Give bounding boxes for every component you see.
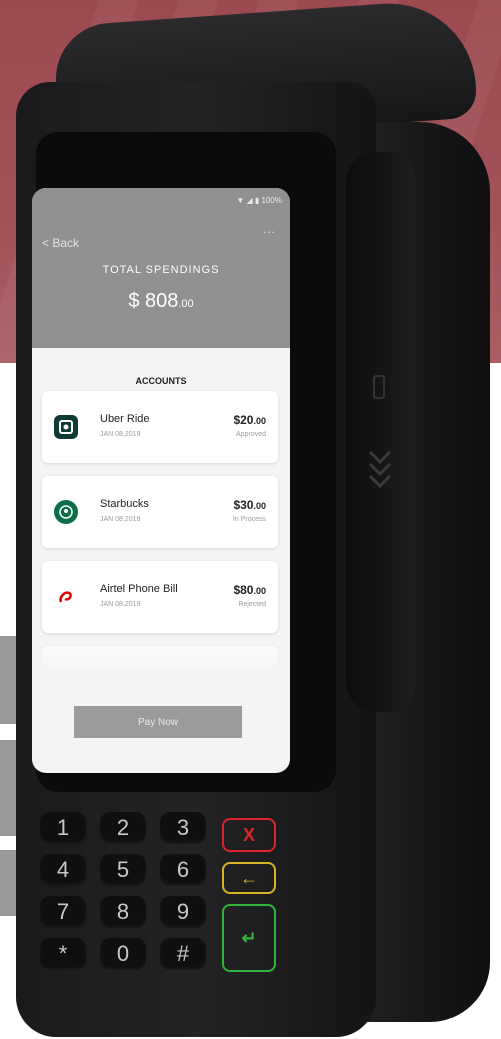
total-amount: $ 808 xyxy=(128,290,179,312)
amount-main: $80 xyxy=(233,583,254,597)
key-0[interactable]: 0 xyxy=(100,938,146,970)
uber-logo-icon xyxy=(54,415,78,439)
transaction-date: JAN 08,2019 xyxy=(100,516,141,523)
key-1[interactable]: 1 xyxy=(40,812,86,844)
transaction-status: In Process xyxy=(232,516,266,523)
transaction-amount: $20.00 xyxy=(233,413,266,427)
back-button[interactable]: < Back xyxy=(42,236,79,250)
transaction-card-starbucks[interactable]: Starbucks JAN 08,2019 $30.00 In Process xyxy=(42,476,278,548)
background-grey-block xyxy=(0,636,16,724)
battery-icon: ▮ xyxy=(254,196,260,205)
card-slot-grip xyxy=(346,152,416,712)
transaction-amount: $30.00 xyxy=(233,498,266,512)
transaction-name: Starbucks xyxy=(100,498,149,510)
key-4[interactable]: 4 xyxy=(40,854,86,886)
list-fade xyxy=(32,636,290,696)
transaction-date: JAN 08,2019 xyxy=(100,601,141,608)
total-spendings-value: $ 808.00 xyxy=(32,290,290,313)
key-2[interactable]: 2 xyxy=(100,812,146,844)
wifi-icon: ▼ xyxy=(236,196,245,205)
key-8[interactable]: 8 xyxy=(100,896,146,928)
chevron-left-icon: < xyxy=(42,236,50,250)
airtel-logo-icon xyxy=(54,585,78,609)
background-grey-block xyxy=(0,740,16,836)
arrow-left-icon: ← xyxy=(240,867,258,888)
key-5[interactable]: 5 xyxy=(100,854,146,886)
transaction-status: Rejected xyxy=(238,601,266,608)
amount-cents: .00 xyxy=(253,501,266,511)
transaction-name: Uber Ride xyxy=(100,413,150,425)
more-options-icon[interactable]: ... xyxy=(263,222,276,236)
cancel-icon: X xyxy=(242,824,255,845)
app-screen: ▼ ◢ ▮ 100% < Back ... TOTAL SPENDINGS $ … xyxy=(32,188,290,773)
transaction-amount: $80.00 xyxy=(233,583,266,597)
enter-icon: ↵ xyxy=(241,927,257,948)
transaction-name: Airtel Phone Bill xyxy=(100,583,178,595)
transaction-date: JAN 08,2019 xyxy=(100,431,141,438)
key-hash[interactable]: # xyxy=(160,938,206,970)
key-3[interactable]: 3 xyxy=(160,812,206,844)
backspace-key[interactable]: ← xyxy=(222,862,276,894)
transaction-card-uber[interactable]: Uber Ride JAN 08,2019 $20.00 Approved xyxy=(42,391,278,463)
amount-cents: .00 xyxy=(253,416,266,426)
total-spendings-label: TOTAL SPENDINGS xyxy=(102,264,220,276)
total-cents: .00 xyxy=(178,298,194,310)
key-7[interactable]: 7 xyxy=(40,896,86,928)
pay-now-button[interactable]: Pay Now xyxy=(74,706,242,738)
transaction-card-airtel[interactable]: Airtel Phone Bill JAN 08,2019 $80.00 Rej… xyxy=(42,561,278,633)
battery-level: 100% xyxy=(261,196,282,205)
key-star[interactable]: * xyxy=(40,938,86,970)
status-bar: ▼ ◢ ▮ 100% xyxy=(236,196,282,205)
accounts-title: ACCOUNTS xyxy=(135,376,187,386)
key-6[interactable]: 6 xyxy=(160,854,206,886)
transaction-status: Approved xyxy=(236,431,266,438)
starbucks-logo-icon xyxy=(54,500,78,524)
key-9[interactable]: 9 xyxy=(160,896,206,928)
enter-key[interactable]: ↵ xyxy=(222,904,276,972)
amount-main: $30 xyxy=(233,498,254,512)
cancel-key[interactable]: X xyxy=(222,818,276,852)
background-grey-block xyxy=(0,850,16,916)
signal-icon: ◢ xyxy=(246,196,253,205)
card-slot-chevrons-icon xyxy=(368,375,392,489)
amount-cents: .00 xyxy=(253,586,266,596)
back-label: Back xyxy=(52,236,80,250)
amount-main: $20 xyxy=(233,413,254,427)
